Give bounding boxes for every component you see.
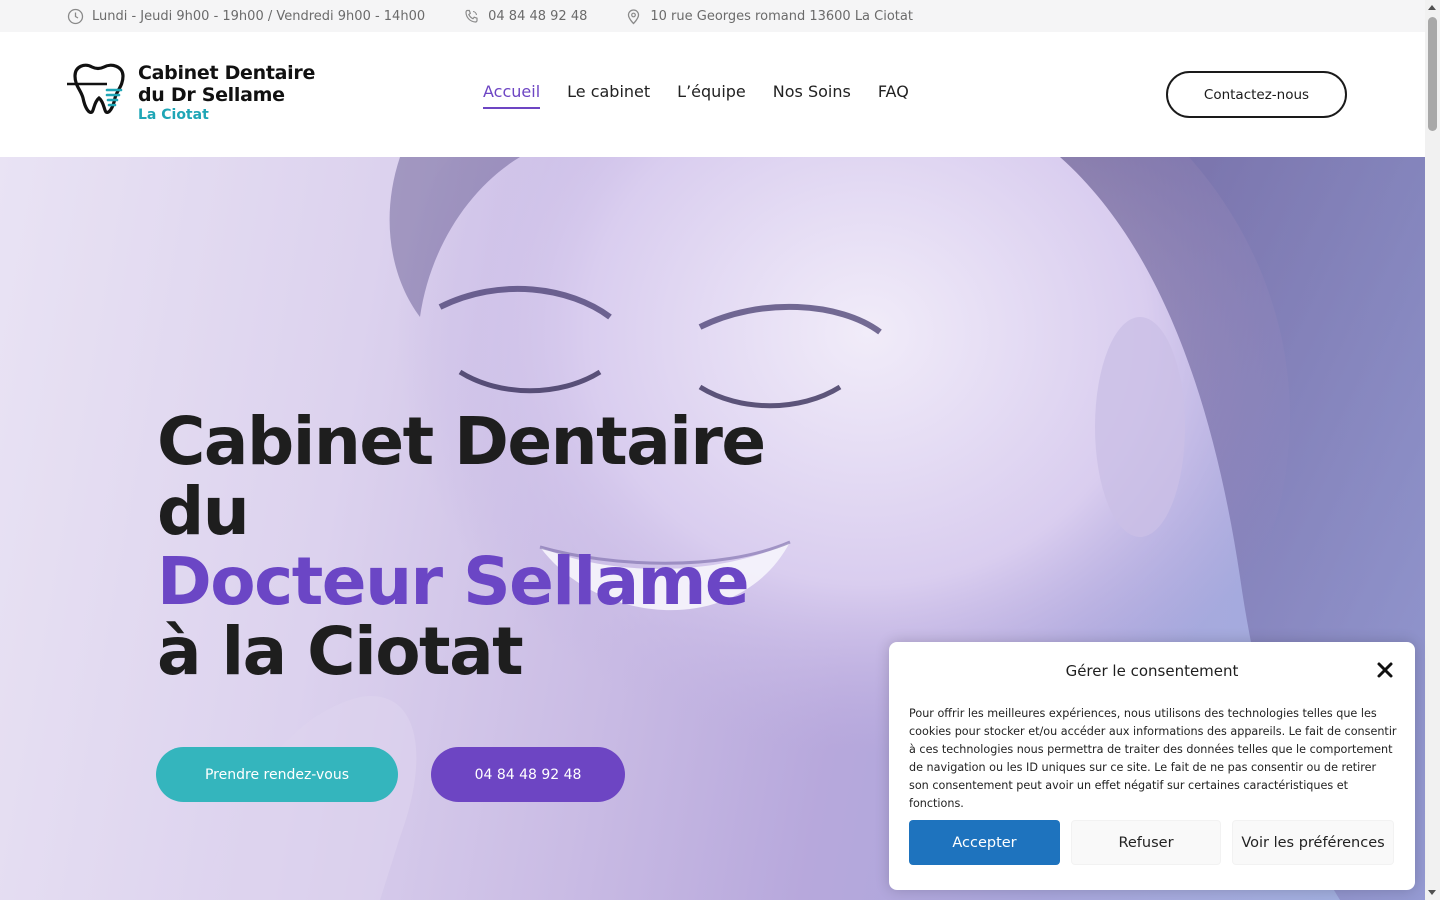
address-text: 10 rue Georges romand 13600 La Ciotat bbox=[650, 8, 913, 24]
scroll-up-arrow-icon[interactable] bbox=[1428, 5, 1436, 10]
main-nav: Accueil Le cabinet L’équipe Nos Soins FA… bbox=[483, 82, 936, 109]
nav-item-le-cabinet[interactable]: Le cabinet bbox=[567, 82, 650, 109]
cookie-consent-dialog: Gérer le consentement Pour offrir les me… bbox=[889, 642, 1415, 890]
phone-info[interactable]: 04 84 48 92 48 bbox=[463, 8, 587, 25]
scroll-down-arrow-icon[interactable] bbox=[1428, 890, 1436, 895]
nav-item-faq[interactable]: FAQ bbox=[878, 82, 909, 109]
phone-button[interactable]: 04 84 48 92 48 bbox=[431, 747, 625, 802]
site-logo[interactable]: Cabinet Dentaire du Dr Sellame La Ciotat bbox=[67, 62, 315, 124]
site-header: Cabinet Dentaire du Dr Sellame La Ciotat… bbox=[0, 32, 1425, 157]
opening-hours: Lundi - Jeudi 9h00 - 19h00 / Vendredi 9h… bbox=[67, 8, 425, 25]
nav-item-accueil[interactable]: Accueil bbox=[483, 82, 541, 109]
close-icon[interactable] bbox=[1376, 661, 1394, 679]
hero-buttons: Prendre rendez-vous 04 84 48 92 48 bbox=[156, 747, 625, 802]
hero-title-line-3: Docteur Sellame bbox=[157, 543, 750, 620]
appointment-button[interactable]: Prendre rendez-vous bbox=[156, 747, 398, 802]
tooth-logo-icon bbox=[67, 63, 125, 114]
logo-line-1: Cabinet Dentaire bbox=[138, 62, 316, 84]
hero-title-line-4: à la Ciotat bbox=[157, 613, 524, 690]
refuse-button[interactable]: Refuser bbox=[1071, 820, 1221, 865]
clock-icon bbox=[67, 8, 84, 24]
accept-button[interactable]: Accepter bbox=[909, 820, 1060, 865]
page-scrollbar[interactable] bbox=[1425, 0, 1440, 900]
scrollbar-thumb[interactable] bbox=[1428, 17, 1437, 131]
logo-line-3: La Ciotat bbox=[138, 107, 209, 123]
consent-title: Gérer le consentement bbox=[1065, 662, 1239, 680]
consent-text: Pour offrir les meilleures expériences, … bbox=[909, 707, 1397, 810]
nav-item-nos-soins[interactable]: Nos Soins bbox=[773, 82, 851, 109]
opening-hours-text: Lundi - Jeudi 9h00 - 19h00 / Vendredi 9h… bbox=[92, 8, 426, 24]
phone-icon bbox=[465, 9, 478, 23]
location-pin-icon bbox=[628, 8, 640, 24]
contact-button[interactable]: Contactez-nous bbox=[1166, 71, 1347, 118]
nav-item-equipe[interactable]: L’équipe bbox=[677, 82, 746, 109]
consent-buttons: Accepter Refuser Voir les préférences bbox=[909, 820, 1394, 865]
hero-title-line-2: du bbox=[157, 473, 250, 550]
hero-title-line-1: Cabinet Dentaire bbox=[157, 403, 766, 480]
hero-title: Cabinet Dentaire du Docteur Sellame à la… bbox=[157, 403, 766, 690]
logo-line-2: du Dr Sellame bbox=[138, 84, 285, 106]
top-info-bar: Lundi - Jeudi 9h00 - 19h00 / Vendredi 9h… bbox=[0, 0, 1425, 32]
address-info: 10 rue Georges romand 13600 La Ciotat bbox=[625, 8, 913, 25]
preferences-button[interactable]: Voir les préférences bbox=[1232, 820, 1394, 865]
phone-text: 04 84 48 92 48 bbox=[488, 8, 588, 24]
